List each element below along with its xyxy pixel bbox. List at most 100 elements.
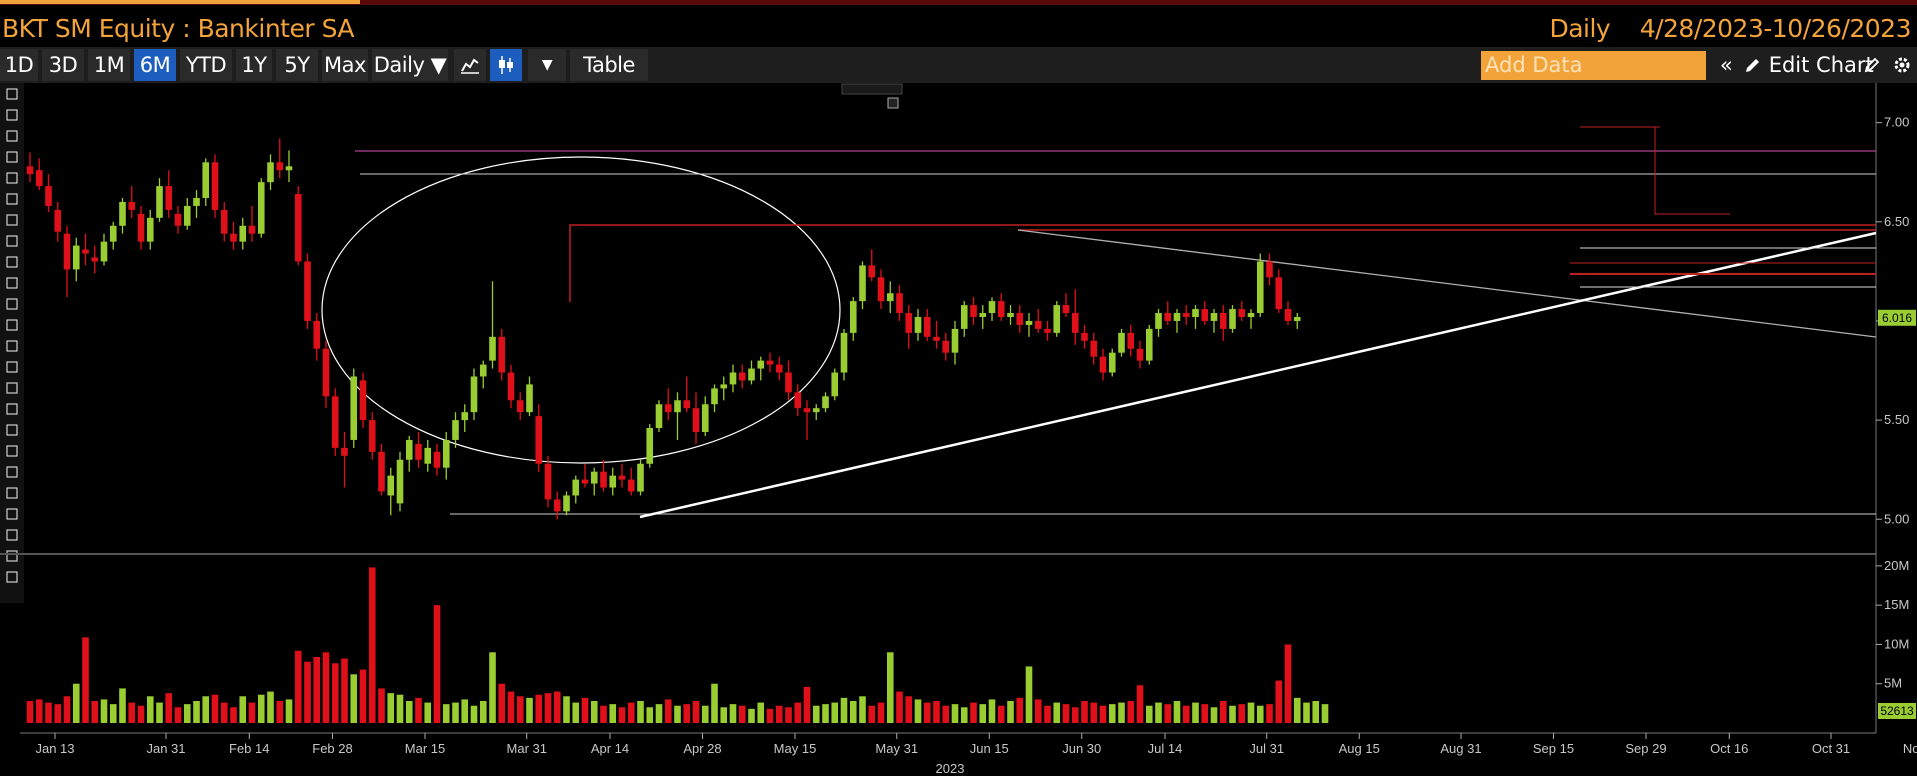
range-info: Daily 4/28/2023-10/26/2023 bbox=[1527, 14, 1911, 43]
last-price-marker: 6.016 bbox=[1878, 309, 1916, 326]
volume-bar bbox=[637, 701, 644, 723]
range-button-1y[interactable]: 1Y bbox=[236, 49, 272, 81]
date-range-label: 4/28/2023-10/26/2023 bbox=[1639, 14, 1912, 43]
volume-bar bbox=[1016, 697, 1024, 723]
volume-bar bbox=[257, 694, 265, 723]
candle bbox=[211, 154, 219, 218]
volume-bar bbox=[1210, 707, 1218, 723]
time-tick-label: Mar 31 bbox=[507, 741, 547, 756]
volume-bar bbox=[729, 704, 737, 723]
volume-bar bbox=[1155, 702, 1162, 723]
period-label: Daily bbox=[1549, 14, 1611, 43]
range-button-5y[interactable]: 5Y bbox=[276, 49, 318, 81]
candle bbox=[831, 368, 839, 401]
volume-bar bbox=[137, 705, 145, 723]
range-button-3d[interactable]: 3D bbox=[42, 49, 84, 81]
time-tick-label: Nov 15 bbox=[1903, 741, 1917, 756]
time-tick-label: May 15 bbox=[774, 741, 817, 756]
volume-bar bbox=[498, 683, 506, 723]
volume-bar bbox=[109, 704, 117, 723]
price-tick-label: 6.50 bbox=[1884, 214, 1909, 229]
candle bbox=[304, 253, 311, 329]
candle bbox=[1229, 305, 1236, 333]
candle bbox=[294, 186, 302, 266]
volume-bar bbox=[1247, 702, 1255, 723]
range-button-1d[interactable]: 1D bbox=[0, 49, 38, 81]
volume-bar bbox=[82, 637, 89, 723]
volume-bar bbox=[193, 701, 200, 723]
volume-bar bbox=[359, 669, 367, 723]
time-tick-label: May 31 bbox=[875, 741, 918, 756]
candle bbox=[1145, 324, 1153, 365]
volume-bar bbox=[1312, 701, 1320, 723]
range-button-max[interactable]: Max bbox=[322, 49, 368, 81]
volume-bar bbox=[933, 701, 940, 723]
candle bbox=[1118, 328, 1125, 357]
collapse-chevrons-icon[interactable]: « bbox=[1712, 49, 1740, 81]
volume-bar bbox=[72, 683, 80, 723]
volume-bar bbox=[1145, 705, 1153, 723]
volume-bar bbox=[322, 652, 330, 723]
volume-bar bbox=[489, 652, 496, 723]
range-button-ytd[interactable]: YTD bbox=[180, 49, 232, 81]
range-button-6m[interactable]: 6M bbox=[134, 49, 176, 81]
volume-bar bbox=[26, 701, 34, 723]
volume-bar bbox=[748, 708, 755, 723]
volume-bar bbox=[849, 701, 857, 723]
price-tick-label: 7.00 bbox=[1884, 115, 1909, 130]
volume-bar bbox=[1219, 701, 1227, 723]
edit-icon[interactable] bbox=[1858, 49, 1886, 81]
price-tick-label: 5.00 bbox=[1884, 511, 1909, 526]
volume-bar bbox=[128, 702, 136, 723]
volume-bar bbox=[156, 702, 163, 723]
volume-bar bbox=[609, 704, 617, 723]
volume-bar bbox=[433, 605, 441, 723]
volume-bar bbox=[1164, 704, 1172, 723]
volume-tick-label: 5M bbox=[1884, 676, 1902, 691]
security-title: BKT SM Equity : Bankinter SA bbox=[2, 14, 355, 43]
volume-bar bbox=[368, 567, 376, 723]
frequency-dropdown[interactable]: Daily ▼ bbox=[372, 49, 448, 81]
volume-bar bbox=[1044, 705, 1051, 723]
volume-bar bbox=[146, 696, 154, 723]
volume-bar bbox=[896, 691, 903, 723]
price-volume-chart[interactable]: 7.006.506.005.505.00 20M15M10M5M Jan 13J… bbox=[0, 83, 1917, 776]
line-chart-icon[interactable] bbox=[454, 49, 486, 81]
range-button-1m[interactable]: 1M bbox=[88, 49, 130, 81]
time-tick-label: Jun 30 bbox=[1062, 741, 1101, 756]
chart-type-dropdown-icon[interactable]: ▼ bbox=[528, 49, 566, 81]
gear-icon[interactable] bbox=[1888, 49, 1916, 81]
drawing-tools-sidebar[interactable] bbox=[0, 83, 24, 603]
volume-bar bbox=[655, 704, 663, 723]
volume-bar bbox=[248, 702, 256, 723]
volume-bar bbox=[183, 704, 191, 723]
candle bbox=[257, 178, 265, 238]
volume-bar bbox=[452, 702, 459, 723]
add-data-input[interactable]: Add Data bbox=[1481, 51, 1706, 80]
volume-bar bbox=[415, 697, 422, 723]
chart-toolbar: 1D 3D 1M 6M YTD 1Y 5Y Max Daily ▼ ▼ Tabl… bbox=[0, 47, 1917, 83]
edit-chart-button[interactable]: Edit Chart bbox=[1744, 49, 1874, 81]
volume-bar bbox=[886, 652, 894, 723]
volume-bar bbox=[350, 674, 358, 723]
volume-bar bbox=[581, 697, 589, 723]
volume-tick-label: 15M bbox=[1884, 597, 1909, 612]
volume-bar bbox=[711, 683, 718, 723]
year-label: 2023 bbox=[936, 761, 965, 776]
volume-bar bbox=[507, 691, 515, 723]
volume-bar bbox=[1081, 701, 1088, 723]
candlestick-icon[interactable] bbox=[490, 49, 522, 81]
volume-bar bbox=[859, 696, 866, 723]
volume-bar bbox=[1090, 702, 1098, 723]
time-tick-label: Sep 29 bbox=[1625, 741, 1666, 756]
volume-bar bbox=[1303, 702, 1310, 723]
volume-bar bbox=[868, 705, 876, 723]
table-button[interactable]: Table bbox=[570, 49, 648, 81]
volume-bar bbox=[202, 696, 210, 723]
volume-bar bbox=[54, 704, 62, 723]
pencil-icon bbox=[1746, 59, 1759, 72]
volume-bar bbox=[785, 707, 792, 723]
volume-bar bbox=[1201, 704, 1209, 723]
volume-bar bbox=[1108, 704, 1116, 723]
volume-bar bbox=[294, 650, 302, 723]
